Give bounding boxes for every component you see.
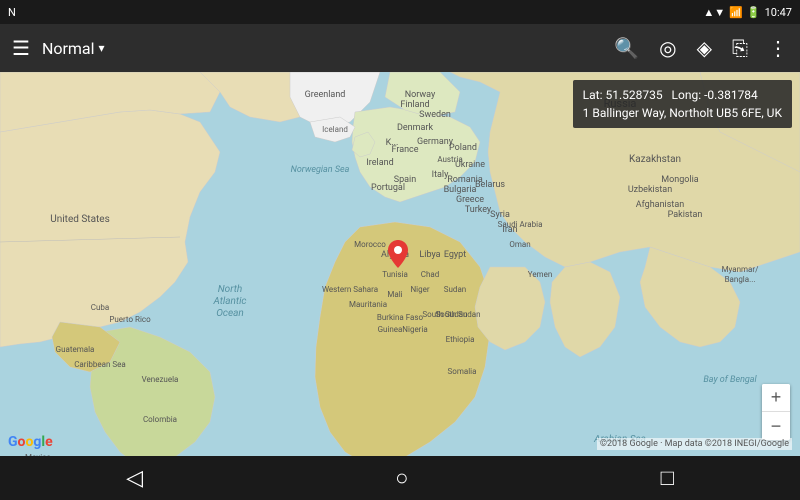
svg-text:Yemen: Yemen [528,270,552,279]
svg-text:South Sudan: South Sudan [422,310,467,319]
svg-text:Ireland: Ireland [366,158,393,168]
svg-text:Pakistan: Pakistan [668,210,703,220]
share-icon[interactable]: ⎘ [732,36,748,60]
svg-text:Sweden: Sweden [419,110,451,120]
svg-text:United States: United States [50,214,110,225]
svg-text:Denmark: Denmark [397,123,433,133]
location-icon[interactable]: ◎ [659,36,676,60]
map-mode-selector[interactable]: Normal ▾ [42,39,105,58]
svg-text:Atlantic: Atlantic [212,296,246,307]
svg-text:Bulgaria: Bulgaria [444,185,477,195]
svg-text:Morocco: Morocco [354,240,386,249]
home-button[interactable]: ○ [375,457,428,499]
svg-text:Chad: Chad [421,270,439,279]
svg-text:Oman: Oman [509,240,530,249]
svg-text:Puerto Rico: Puerto Rico [109,315,151,324]
svg-text:Norway: Norway [405,90,436,100]
svg-text:Cuba: Cuba [91,303,109,312]
svg-text:Afghanistan: Afghanistan [636,200,684,210]
svg-text:Kazakhstan: Kazakhstan [629,154,681,165]
svg-text:Ethiopia: Ethiopia [446,335,475,344]
svg-text:Finland: Finland [400,100,429,110]
svg-text:Mauritania: Mauritania [349,300,387,309]
svg-text:North: North [218,284,243,295]
time-display: 10:47 [765,6,792,19]
coordinates-line: Lat: 51.528735 Long: -0.381784 [583,86,782,104]
search-icon[interactable]: 🔍 [614,36,639,60]
svg-text:Guatemala: Guatemala [56,345,95,354]
svg-text:Colombia: Colombia [143,415,177,424]
svg-text:Ocean: Ocean [216,308,244,319]
svg-text:Mali: Mali [387,290,402,299]
status-right: ▲▼ 📶 🔋 10:47 [703,6,792,19]
svg-text:Libya: Libya [419,250,440,260]
svg-text:Sudan: Sudan [444,285,466,294]
notification-icon: N [8,6,16,19]
lat-value: 51.528735 [605,88,662,102]
wifi-icon: 📶 [729,6,743,19]
google-logo: Google [8,434,53,450]
zoom-in-button[interactable]: + [762,384,790,412]
svg-text:Nigeria: Nigeria [402,325,427,334]
svg-text:Turkey: Turkey [465,205,492,215]
google-e: e [45,434,53,450]
svg-text:Norwegian Sea: Norwegian Sea [291,165,350,175]
svg-text:Greece: Greece [456,195,484,205]
svg-text:Venezuela: Venezuela [142,375,179,384]
address-line: 1 Ballinger Way, Northolt UB5 6FE, UK [583,104,782,122]
status-bar: N ▲▼ 📶 🔋 10:47 [0,0,800,24]
status-left: N [8,6,16,19]
svg-text:Portugal: Portugal [371,183,405,193]
svg-text:Niger: Niger [410,285,429,294]
svg-text:Somalia: Somalia [448,367,477,376]
svg-text:Saudi Arabia: Saudi Arabia [498,220,543,229]
svg-text:Bay of Bengal: Bay of Bengal [703,375,757,385]
svg-text:Burkina Faso: Burkina Faso [377,313,424,322]
svg-text:Uzbekistan: Uzbekistan [628,185,672,195]
info-box: Lat: 51.528735 Long: -0.381784 1 Balling… [573,80,792,128]
route-icon[interactable]: ◈ [697,36,712,60]
location-pin [388,240,408,272]
top-bar: ☰ Normal ▾ 🔍 ◎ ◈ ⎘ ⋮ [0,24,800,72]
map-mode-label: Normal [42,39,95,58]
nav-bar: ◁ ○ □ [0,456,800,500]
svg-text:Greenland: Greenland [305,90,346,100]
menu-button[interactable]: ☰ [12,36,30,60]
attribution-text: ©2018 Google · Map data ©2018 INEGI/Goog… [597,438,792,450]
svg-text:Belarus: Belarus [475,180,505,190]
lat-label: Lat: [583,88,603,102]
svg-text:Iceland: Iceland [322,125,348,134]
svg-text:Austria: Austria [437,155,462,164]
svg-text:Mongolia: Mongolia [661,175,699,185]
zoom-controls: + − [762,384,790,440]
battery-icon: 🔋 [747,6,761,19]
more-icon[interactable]: ⋮ [768,36,788,60]
svg-text:Myanmar/: Myanmar/ [722,265,760,274]
svg-text:Syria: Syria [490,210,510,220]
map-container[interactable]: North Atlantic Ocean Arabian Sea Bay of … [0,72,800,464]
recents-button[interactable]: □ [641,457,694,499]
zoom-out-button[interactable]: − [762,412,790,440]
svg-text:Guinea: Guinea [378,325,403,334]
signal-icon: ▲▼ [703,6,725,19]
svg-text:K...: K... [386,138,399,148]
long-label: Long: [672,88,702,102]
google-g: G [8,434,18,450]
back-button[interactable]: ◁ [106,458,163,499]
svg-text:Egypt: Egypt [444,250,466,260]
svg-text:Bangla...: Bangla... [725,275,756,284]
dropdown-arrow-icon: ▾ [99,41,105,55]
svg-text:Caribbean Sea: Caribbean Sea [74,360,126,369]
svg-text:Poland: Poland [449,143,477,153]
long-value: -0.381784 [704,88,758,102]
svg-text:Western Sahara: Western Sahara [322,285,378,294]
